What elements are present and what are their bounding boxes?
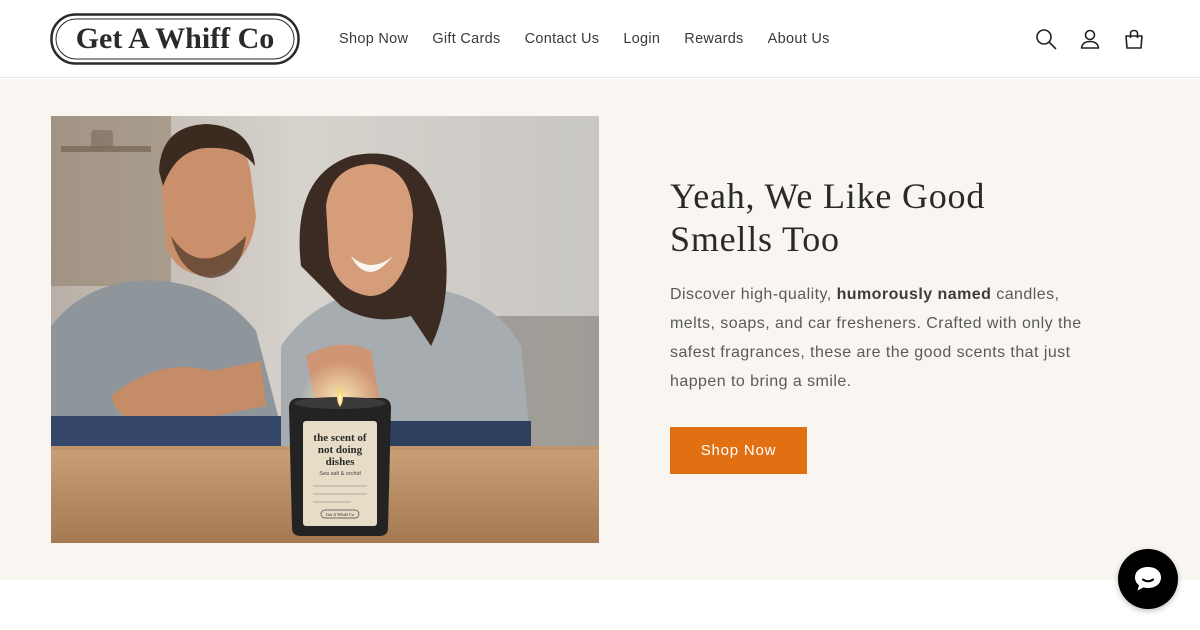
cart-icon <box>1125 29 1143 49</box>
nav-gift-cards[interactable]: Gift Cards <box>420 31 512 47</box>
svg-text:Sea salt & orchid: Sea salt & orchid <box>319 471 361 477</box>
search-button[interactable] <box>1024 17 1068 61</box>
account-button[interactable] <box>1068 17 1112 61</box>
header-icons <box>1024 17 1156 61</box>
hero-text-start: Discover high-quality, <box>670 286 837 303</box>
search-icon <box>1036 29 1057 50</box>
site-logo[interactable]: Get A Whiff Co <box>50 13 300 65</box>
hero-text-emphasis: humorously named <box>836 286 992 303</box>
chat-widget-button[interactable] <box>1118 549 1178 609</box>
nav-contact-us[interactable]: Contact Us <box>513 31 612 47</box>
cart-button[interactable] <box>1112 17 1156 61</box>
shop-now-button[interactable]: Shop Now <box>670 427 807 474</box>
nav-login[interactable]: Login <box>611 31 672 47</box>
chat-icon <box>1135 567 1161 591</box>
hero-title: Yeah, We Like Good Smells Too <box>670 176 986 259</box>
svg-text:Get A Whiff Co: Get A Whiff Co <box>326 512 355 517</box>
logo-text: Get A Whiff Co <box>76 22 275 55</box>
hero-section: the scent of not doing dishes Sea salt &… <box>0 79 1200 580</box>
hero-image: the scent of not doing dishes Sea salt &… <box>51 116 599 543</box>
site-header: Get A Whiff Co Shop Now Gift Cards Conta… <box>0 0 1200 78</box>
svg-text:not doing: not doing <box>318 444 363 456</box>
svg-text:the scent of: the scent of <box>313 432 366 444</box>
nav-rewards[interactable]: Rewards <box>672 31 755 47</box>
svg-text:dishes: dishes <box>326 456 355 468</box>
hero-description: Discover high-quality, humorously named … <box>670 280 1090 396</box>
account-icon <box>1080 29 1100 49</box>
main-nav: Shop Now Gift Cards Contact Us Login Rew… <box>327 0 842 78</box>
nav-shop-now[interactable]: Shop Now <box>327 31 420 47</box>
nav-about-us[interactable]: About Us <box>756 31 842 47</box>
